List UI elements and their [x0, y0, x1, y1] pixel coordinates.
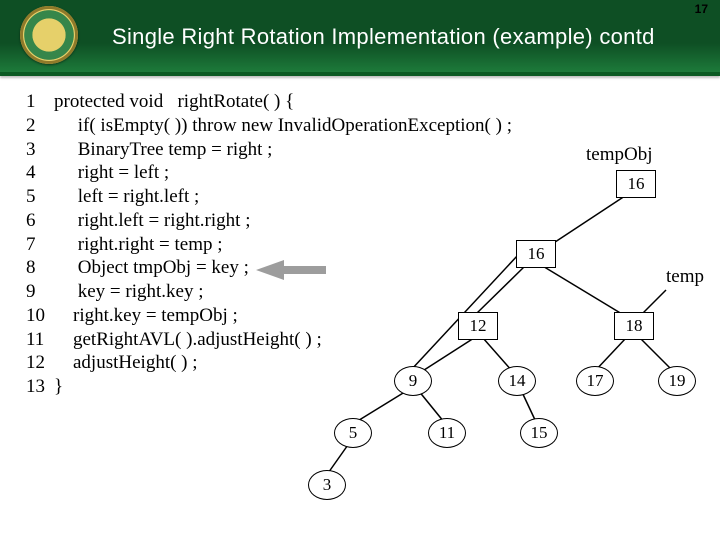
- university-logo-icon: [20, 6, 78, 64]
- node-17: 17: [576, 366, 614, 396]
- line-text: adjustHeight( ) ;: [54, 351, 198, 375]
- code-block: 1protected void rightRotate( ) {2 if( is…: [26, 90, 710, 399]
- line-number: 4: [26, 161, 54, 185]
- slide-title: Single Right Rotation Implementation (ex…: [112, 24, 690, 50]
- node-3: 3: [308, 470, 346, 500]
- line-number: 8: [26, 256, 54, 280]
- line-number: 13: [26, 375, 54, 399]
- line-text: right.left = right.right ;: [54, 209, 250, 233]
- node-15: 15: [520, 418, 558, 448]
- slide-body: 1protected void rightRotate( ) {2 if( is…: [26, 90, 710, 530]
- code-line: 10 right.key = tempObj ;: [26, 304, 710, 328]
- code-line: 8 Object tmpObj = key ;: [26, 256, 710, 280]
- node-12: 12: [458, 312, 498, 340]
- header-bar: Single Right Rotation Implementation (ex…: [0, 0, 720, 76]
- node-18: 18: [614, 312, 654, 340]
- line-text: BinaryTree temp = right ;: [54, 138, 272, 162]
- line-number: 11: [26, 328, 54, 352]
- line-number: 7: [26, 233, 54, 257]
- line-text: left = right.left ;: [54, 185, 199, 209]
- label-tempobj: tempObj: [586, 144, 653, 166]
- code-line: 5 left = right.left ;: [26, 185, 710, 209]
- code-line: 1protected void rightRotate( ) {: [26, 90, 710, 114]
- line-text: Object tmpObj = key ;: [54, 256, 249, 280]
- line-text: right = left ;: [54, 161, 169, 185]
- page-number: 17: [695, 2, 708, 16]
- line-text: }: [54, 375, 63, 399]
- line-number: 1: [26, 90, 54, 114]
- code-line: 2 if( isEmpty( )) throw new InvalidOpera…: [26, 114, 710, 138]
- code-line: 9 key = right.key ;: [26, 280, 710, 304]
- node-11: 11: [428, 418, 466, 448]
- node-root: 16: [516, 240, 556, 268]
- node-19: 19: [658, 366, 696, 396]
- node-5: 5: [334, 418, 372, 448]
- line-number: 10: [26, 304, 54, 328]
- node-9: 9: [394, 366, 432, 396]
- line-text: if( isEmpty( )) throw new InvalidOperati…: [54, 114, 512, 138]
- line-text: key = right.key ;: [54, 280, 204, 304]
- code-line: 11 getRightAVL( ).adjustHeight( ) ;: [26, 328, 710, 352]
- node-loose-16: 16: [616, 170, 656, 198]
- line-number: 12: [26, 351, 54, 375]
- line-text: getRightAVL( ).adjustHeight( ) ;: [54, 328, 322, 352]
- code-line: 7 right.right = temp ;: [26, 233, 710, 257]
- line-number: 9: [26, 280, 54, 304]
- slide: Single Right Rotation Implementation (ex…: [0, 0, 720, 540]
- line-text: right.key = tempObj ;: [54, 304, 238, 328]
- code-line: 6 right.left = right.right ;: [26, 209, 710, 233]
- line-number: 5: [26, 185, 54, 209]
- line-text: right.right = temp ;: [54, 233, 223, 257]
- node-14: 14: [498, 366, 536, 396]
- label-temp: temp: [666, 266, 704, 288]
- line-number: 6: [26, 209, 54, 233]
- line-text: protected void rightRotate( ) {: [54, 90, 294, 114]
- line-number: 3: [26, 138, 54, 162]
- line-number: 2: [26, 114, 54, 138]
